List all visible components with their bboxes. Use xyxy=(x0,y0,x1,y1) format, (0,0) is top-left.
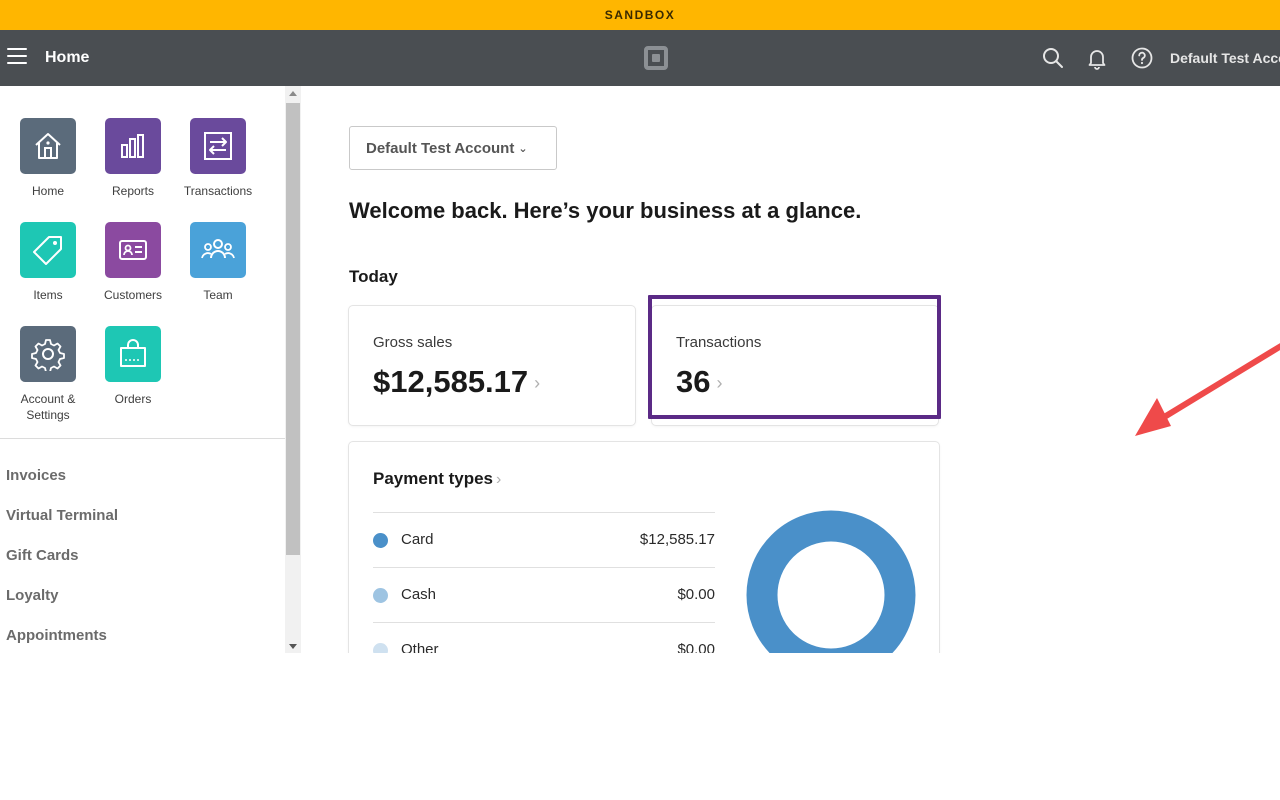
payment-type-name: Other xyxy=(401,641,439,653)
scroll-down-arrow-icon[interactable] xyxy=(289,644,297,649)
transactions-card[interactable]: Transactions 36 › xyxy=(652,306,938,425)
square-logo-icon[interactable] xyxy=(644,46,668,70)
sidebar-item-loyalty[interactable]: Loyalty xyxy=(6,587,59,604)
payment-row-other: Other $0.00 xyxy=(373,622,715,653)
sidebar-item-invoices[interactable]: Invoices xyxy=(6,467,66,484)
sandbox-label: SANDBOX xyxy=(604,8,676,22)
bell-icon[interactable] xyxy=(1085,46,1109,70)
sandbox-banner: SANDBOX xyxy=(0,0,1280,30)
app-tile-transactions[interactable]: Transactions xyxy=(176,118,260,199)
app-tile-items[interactable]: Items xyxy=(6,222,90,303)
home-icon xyxy=(20,118,76,174)
transactions-value: 36 › xyxy=(676,364,723,399)
app-tile-label: Customers xyxy=(103,288,162,302)
account-selector-label: Default Test Account xyxy=(366,139,515,157)
search-icon[interactable] xyxy=(1041,46,1065,70)
gross-sales-card[interactable]: Gross sales $12,585.17 › xyxy=(349,306,635,425)
account-selector-dropdown[interactable]: Default Test Account ⌄ xyxy=(349,126,557,170)
legend-dot xyxy=(373,643,388,653)
app-tile-label: Reports xyxy=(111,184,155,198)
app-tile-label: Orders xyxy=(114,392,152,406)
app-tile-team[interactable]: Team xyxy=(176,222,260,303)
annotation-arrow xyxy=(1135,343,1280,436)
app-tile-orders[interactable]: Orders xyxy=(91,326,175,407)
sidebar-scrollbar[interactable] xyxy=(285,86,301,653)
menu-icon[interactable] xyxy=(7,48,27,64)
app-tile-home[interactable]: Home xyxy=(6,118,90,199)
sidebar-item-virtual-terminal[interactable]: Virtual Terminal xyxy=(6,507,118,524)
app-tile-label: Items xyxy=(33,288,63,302)
chevron-right-icon: › xyxy=(534,373,541,393)
main-content: Default Test Account ⌄ Welcome back. Her… xyxy=(301,86,1280,653)
transactions-label: Transactions xyxy=(676,334,762,351)
top-navigation-bar: Home Default Test Acco xyxy=(0,30,1280,86)
app-tile-reports[interactable]: Reports xyxy=(91,118,175,199)
welcome-heading: Welcome back. Here’s your business at a … xyxy=(349,198,862,223)
payment-type-amount: $0.00 xyxy=(677,641,715,653)
app-tile-account-settings[interactable]: Account & Settings xyxy=(6,326,90,423)
bar-chart-icon xyxy=(105,118,161,174)
payment-type-amount: $12,585.17 xyxy=(639,531,715,548)
sidebar: Home Reports Transactions Items Customer… xyxy=(0,86,285,653)
payment-type-name: Cash xyxy=(401,586,437,603)
legend-dot xyxy=(373,533,388,548)
account-menu[interactable]: Default Test Acco xyxy=(1170,50,1280,66)
section-title-today: Today xyxy=(349,267,398,286)
gross-sales-value: $12,585.17 › xyxy=(373,364,541,399)
sidebar-item-gift-cards[interactable]: Gift Cards xyxy=(6,547,79,564)
shopping-bag-icon xyxy=(105,326,161,382)
scroll-thumb[interactable] xyxy=(286,103,300,555)
help-icon[interactable] xyxy=(1130,46,1154,70)
app-tile-label: Home xyxy=(31,184,64,198)
tag-icon xyxy=(20,222,76,278)
payment-row-cash: Cash $0.00 xyxy=(373,567,715,622)
legend-dot xyxy=(373,588,388,603)
sidebar-divider xyxy=(0,438,285,439)
app-tile-customers[interactable]: Customers xyxy=(91,222,175,303)
payment-type-amount: $0.00 xyxy=(677,586,715,603)
app-tile-label: Team xyxy=(203,288,233,302)
contact-card-icon xyxy=(105,222,161,278)
payment-row-card: Card $12,585.17 xyxy=(373,512,715,567)
transfer-arrows-icon xyxy=(190,118,246,174)
team-icon xyxy=(190,222,246,278)
payment-types-donut-chart xyxy=(746,510,916,653)
gear-icon xyxy=(20,326,76,382)
gross-sales-label: Gross sales xyxy=(373,334,453,351)
app-tile-label: Transactions xyxy=(183,184,253,198)
payment-type-name: Card xyxy=(401,531,434,548)
donut-segment-card xyxy=(746,510,916,653)
payment-types-card: Payment types › Card $12,585.17 Cash $0.0… xyxy=(349,442,939,653)
chevron-down-icon: ⌄ xyxy=(518,142,528,155)
scroll-up-arrow-icon[interactable] xyxy=(289,91,297,96)
chevron-right-icon: › xyxy=(716,373,723,393)
payment-types-title[interactable]: Payment types › xyxy=(373,469,501,489)
app-tile-label: Account & Settings xyxy=(20,392,76,422)
page-title: Home xyxy=(45,49,90,66)
sidebar-item-appointments[interactable]: Appointments xyxy=(6,627,107,644)
chevron-right-icon: › xyxy=(496,471,502,488)
